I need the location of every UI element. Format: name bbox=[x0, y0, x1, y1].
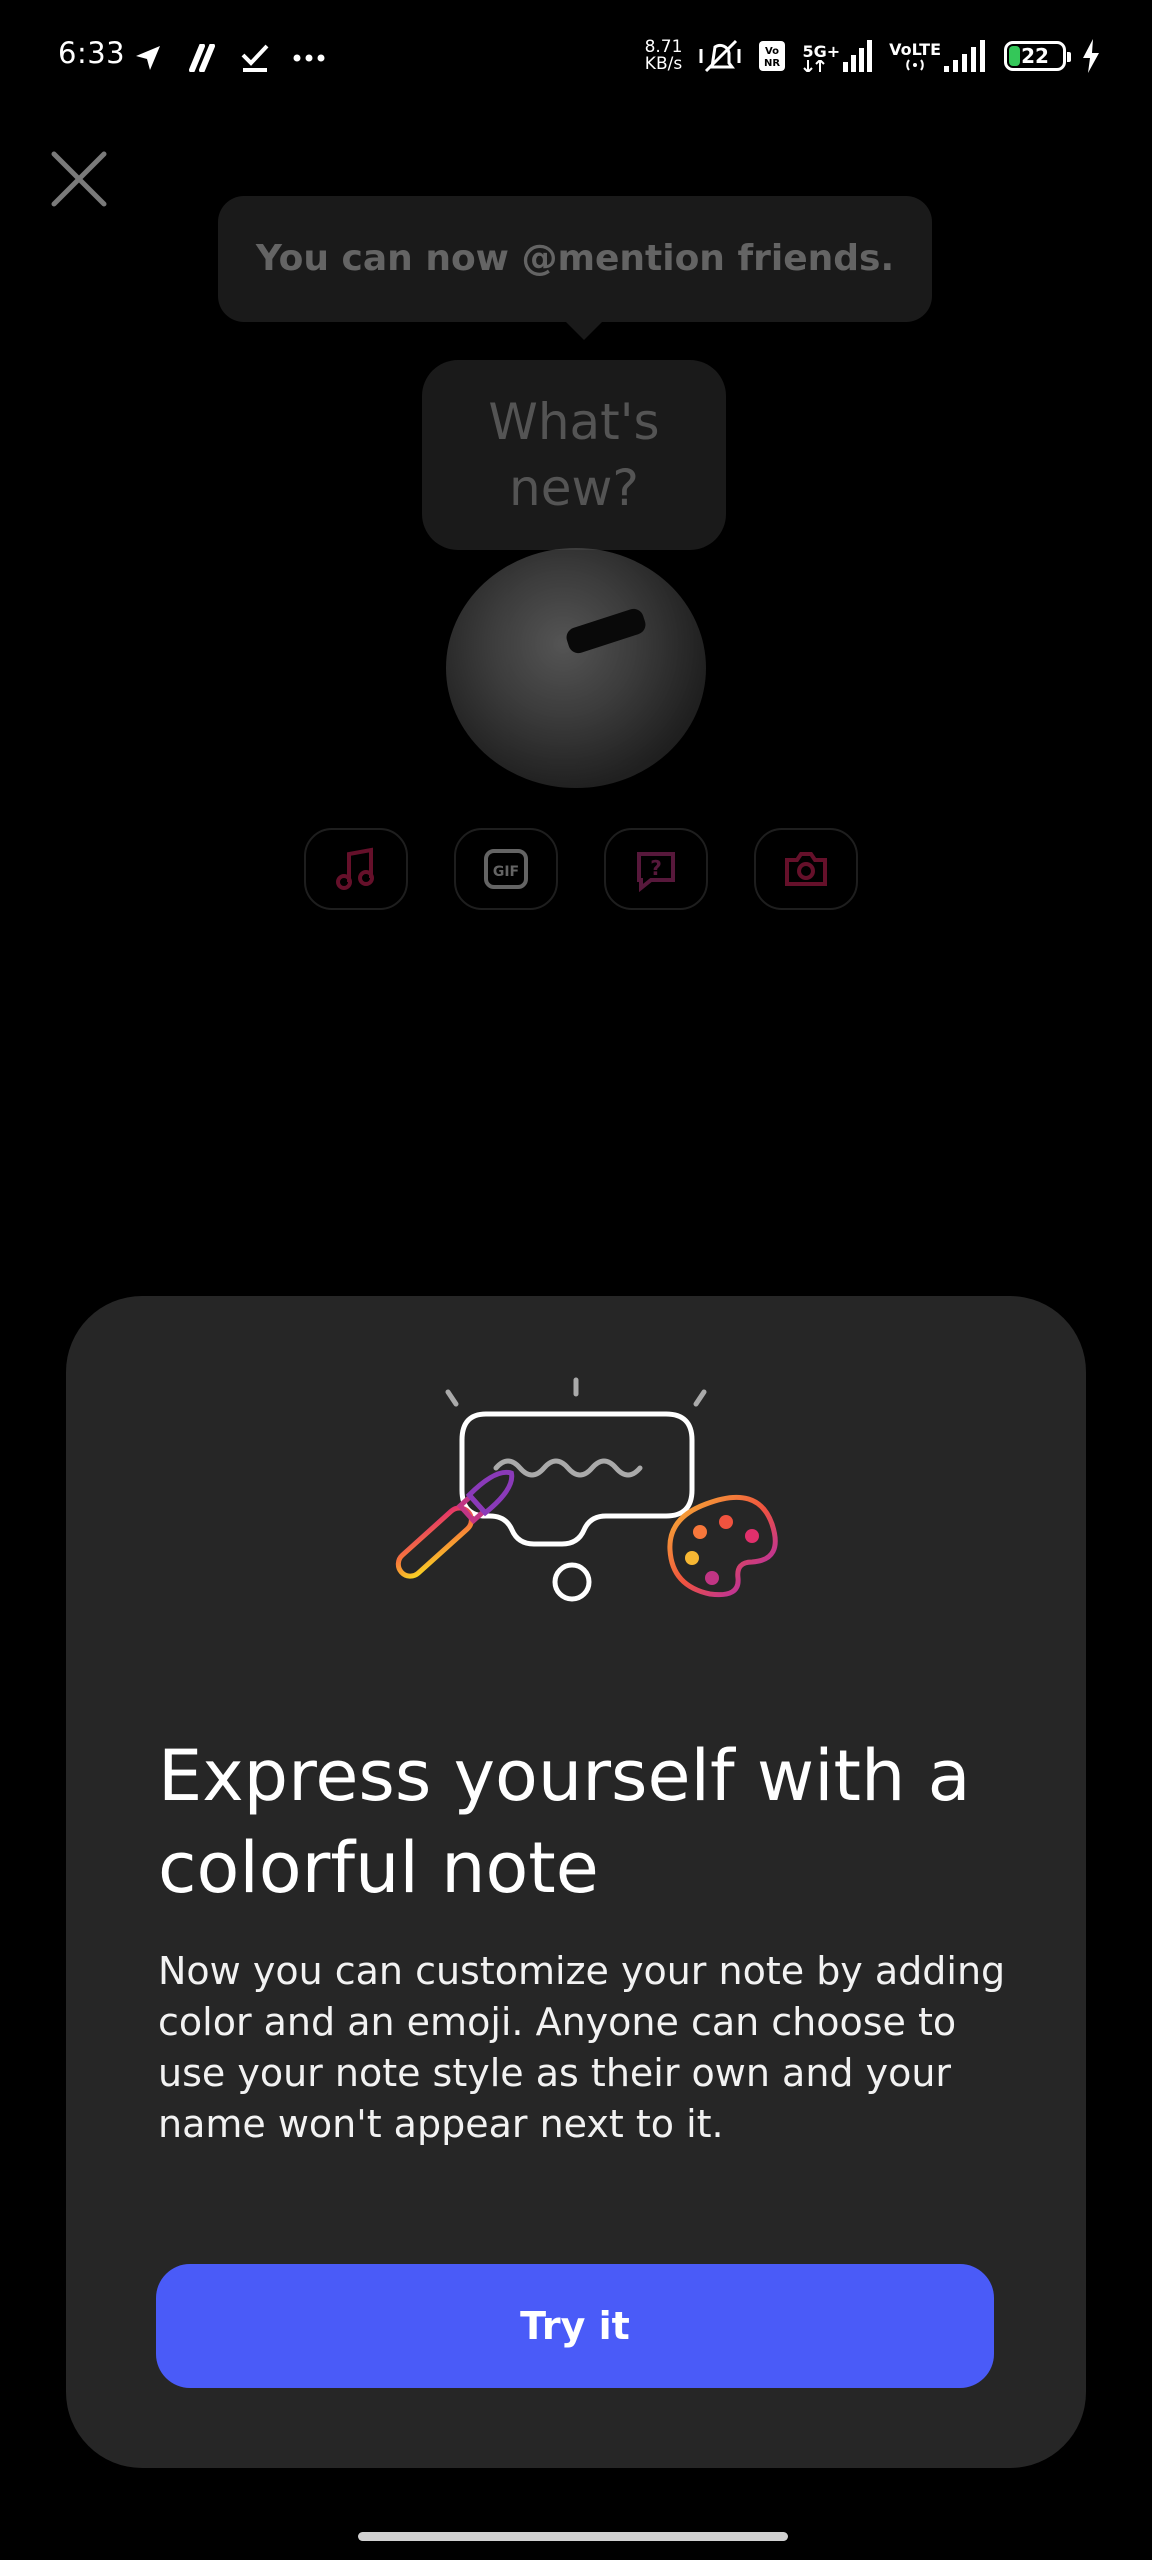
svg-text:GIF: GIF bbox=[493, 864, 519, 880]
status-time: 6:33 bbox=[58, 36, 126, 70]
battery-nub bbox=[1067, 52, 1071, 62]
svg-text:NR: NR bbox=[764, 58, 780, 69]
close-button[interactable] bbox=[50, 150, 108, 208]
network-volte-label: VoLTE bbox=[889, 40, 941, 59]
battery-indicator: 22 bbox=[1004, 41, 1071, 71]
mention-tooltip: You can now @mention friends. bbox=[218, 196, 932, 340]
close-icon bbox=[51, 151, 107, 207]
status-right-icons: 8.71 KB/s Vo NR 5G+ VoLTE 22 bbox=[645, 30, 1100, 82]
camera-icon bbox=[785, 852, 827, 886]
home-indicator[interactable] bbox=[358, 2532, 788, 2541]
more-icon bbox=[293, 54, 325, 62]
gif-button[interactable]: GIF bbox=[454, 828, 558, 910]
charging-icon bbox=[1083, 39, 1099, 73]
network-5g: 5G+ bbox=[802, 40, 873, 72]
mute-icon bbox=[699, 39, 741, 73]
note-tools: GIF ? bbox=[304, 828, 858, 910]
feature-bottom-sheet: Express yourself with a colorful note No… bbox=[66, 1296, 1086, 2468]
note-input[interactable]: What's new? bbox=[422, 360, 726, 550]
vonr-icon: VoNR bbox=[759, 41, 786, 71]
status-left-icons bbox=[134, 38, 326, 78]
checkmark-icon bbox=[241, 44, 269, 72]
camera-button[interactable] bbox=[754, 828, 858, 910]
svg-text:Vo: Vo bbox=[765, 46, 779, 57]
music-button[interactable] bbox=[304, 828, 408, 910]
navigation-icon bbox=[136, 46, 160, 70]
signal-icon bbox=[944, 40, 985, 72]
question-icon: ? bbox=[637, 852, 675, 892]
sheet-title: Express yourself with a colorful note bbox=[158, 1735, 971, 1909]
avatar bbox=[446, 548, 706, 788]
app-notification-icon bbox=[189, 44, 215, 72]
network-volte: VoLTE bbox=[889, 40, 988, 72]
net-speed: 8.71 KB/s bbox=[645, 39, 683, 73]
net-speed-unit: KB/s bbox=[644, 54, 683, 74]
network-5g-label: 5G+ bbox=[802, 42, 841, 61]
status-bar: 6:33 8.71 KB/s Vo NR 5G+ VoLTE 22 bbox=[0, 0, 1152, 110]
music-icon bbox=[336, 847, 374, 890]
question-button[interactable]: ? bbox=[604, 828, 708, 910]
gif-icon: GIF bbox=[484, 849, 528, 889]
battery-level: 22 bbox=[1021, 44, 1049, 68]
svg-text:?: ? bbox=[650, 856, 662, 880]
colorful-note-illustration bbox=[395, 1377, 778, 1602]
signal-icon bbox=[843, 40, 873, 72]
sheet-description: Now you can customize your note by addin… bbox=[158, 1949, 1006, 2146]
screen: 6:33 8.71 KB/s Vo NR 5G+ VoLTE 22 You ca… bbox=[0, 0, 1152, 2560]
try-it-button[interactable]: Try it bbox=[156, 2264, 994, 2388]
